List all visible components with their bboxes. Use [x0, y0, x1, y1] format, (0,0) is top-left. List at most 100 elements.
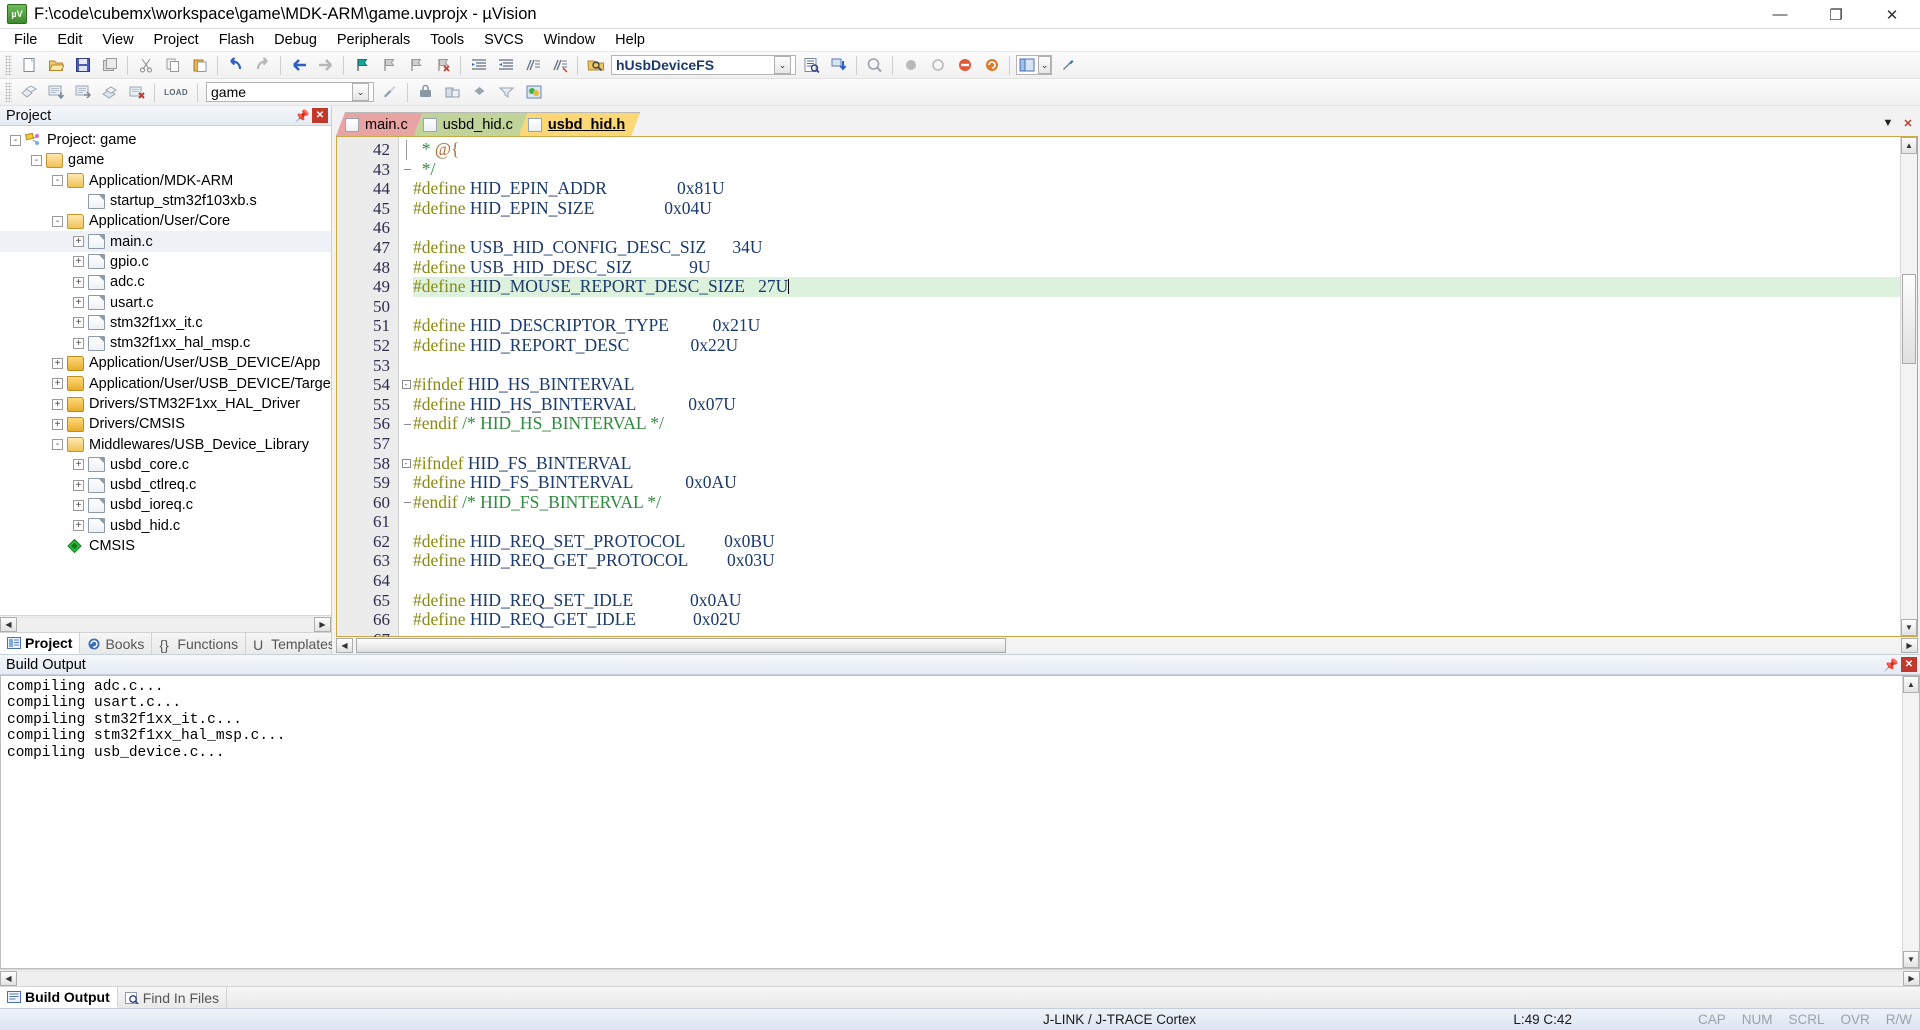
- code-folding-column[interactable]: --: [399, 137, 413, 636]
- scroll-left-icon[interactable]: ◀: [0, 970, 17, 986]
- save-all-icon[interactable]: [97, 54, 122, 77]
- redo-icon[interactable]: [250, 54, 275, 77]
- menu-item-peripherals[interactable]: Peripherals: [327, 30, 420, 50]
- tree-item[interactable]: - Application/MDK-ARM: [0, 171, 331, 191]
- symbol-search-input[interactable]: hUsbDeviceFS: [616, 57, 714, 73]
- expand-toggle-icon[interactable]: +: [73, 337, 84, 349]
- translate-icon[interactable]: [16, 81, 41, 104]
- chevron-down-icon[interactable]: ⌄: [352, 83, 369, 101]
- code-line[interactable]: #define USB_HID_CONFIG_DESC_SIZ 34U: [413, 237, 1900, 258]
- menu-item-project[interactable]: Project: [144, 30, 209, 50]
- code-line[interactable]: #define HID_HS_BINTERVAL 0x07U: [413, 394, 1900, 415]
- batch-build-icon[interactable]: [97, 81, 122, 104]
- scroll-down-icon[interactable]: ▼: [1903, 951, 1919, 968]
- vscroll-track[interactable]: [1901, 154, 1917, 619]
- outdent-icon[interactable]: [493, 54, 518, 77]
- target-select-value[interactable]: game: [211, 84, 246, 100]
- pane-tab-project[interactable]: Project: [0, 633, 81, 654]
- tree-item[interactable]: - Project: game: [0, 130, 331, 150]
- scroll-right-icon[interactable]: ▶: [1903, 970, 1920, 986]
- code-line[interactable]: [413, 434, 1900, 454]
- code-line[interactable]: #define HID_REPORT_DESC 0x22U: [413, 335, 1900, 356]
- code-line[interactable]: #define HID_REQ_SET_PROTOCOL 0x0BU: [413, 531, 1900, 552]
- collapse-toggle-icon[interactable]: -: [10, 134, 21, 146]
- tree-item[interactable]: CMSIS: [0, 536, 331, 556]
- pane-tab-functions[interactable]: {} Functions: [152, 633, 247, 654]
- code-line[interactable]: */: [413, 159, 1900, 180]
- project-tree[interactable]: - Project: game - game - Application/MDK-ARM s…: [0, 126, 331, 615]
- collapse-toggle-icon[interactable]: -: [52, 215, 63, 227]
- cut-icon[interactable]: [133, 54, 158, 77]
- output-tab-find-in-files[interactable]: Find In Files: [118, 987, 228, 1008]
- editor-tab-main-c[interactable]: main.c: [336, 112, 423, 136]
- chevron-down-icon[interactable]: ⌄: [774, 56, 791, 74]
- editor-hscrollbar[interactable]: ◀ ▶: [336, 637, 1918, 654]
- expand-toggle-icon[interactable]: +: [73, 256, 84, 268]
- menu-item-window[interactable]: Window: [534, 30, 606, 50]
- tree-item[interactable]: startup_stm32f103xb.s: [0, 191, 331, 211]
- menu-item-edit[interactable]: Edit: [47, 30, 92, 50]
- bookmark-toggle-icon[interactable]: [349, 54, 374, 77]
- indent-icon[interactable]: [466, 54, 491, 77]
- expand-toggle-icon[interactable]: +: [73, 276, 84, 288]
- copy-icon[interactable]: [160, 54, 185, 77]
- editor-close-icon[interactable]: ✕: [1898, 114, 1918, 132]
- pin-icon[interactable]: 📌: [294, 108, 310, 124]
- build-output-hscrollbar[interactable]: ◀ ▶: [0, 969, 1920, 986]
- comment-icon[interactable]: [520, 54, 545, 77]
- build-output-vscrollbar[interactable]: ▲ ▼: [1902, 676, 1919, 968]
- maximize-button[interactable]: ❐: [1808, 0, 1864, 29]
- tree-item[interactable]: + main.c: [0, 231, 331, 252]
- hscroll-track[interactable]: [354, 638, 1900, 653]
- scroll-right-icon[interactable]: ▶: [1901, 638, 1918, 653]
- browse-info-icon[interactable]: [799, 54, 824, 77]
- target-options-icon[interactable]: [377, 81, 402, 104]
- scroll-left-icon[interactable]: ◀: [336, 638, 353, 653]
- close-button[interactable]: ✕: [1864, 0, 1920, 29]
- pane-tab-templates[interactable]: U Templates: [246, 633, 343, 654]
- back-icon[interactable]: [286, 54, 311, 77]
- load-icon[interactable]: LOAD: [160, 81, 192, 104]
- collapse-toggle-icon[interactable]: -: [52, 175, 63, 187]
- tree-item[interactable]: - game: [0, 150, 331, 170]
- editor-vscrollbar[interactable]: ▲ ▼: [1900, 137, 1917, 636]
- code-line[interactable]: #define USB_HID_DESC_SIZ 9U: [413, 257, 1900, 278]
- tree-item[interactable]: + adc.c: [0, 272, 331, 292]
- code-line[interactable]: #ifndef HID_FS_BINTERVAL: [413, 453, 1900, 474]
- expand-toggle-icon[interactable]: +: [52, 398, 63, 410]
- build-output-text[interactable]: compiling adc.c... compiling usart.c... co…: [1, 676, 1902, 968]
- tree-item[interactable]: + gpio.c: [0, 252, 331, 272]
- expand-toggle-icon[interactable]: +: [52, 357, 63, 369]
- tree-item[interactable]: + stm32f1xx_it.c: [0, 313, 331, 333]
- bookmark-next-icon[interactable]: [403, 54, 428, 77]
- new-file-icon[interactable]: [16, 54, 41, 77]
- tree-item[interactable]: + Drivers/CMSIS: [0, 414, 331, 434]
- rebuild-icon[interactable]: [70, 81, 95, 104]
- stop-build-icon[interactable]: [124, 81, 149, 104]
- code-line[interactable]: #define HID_MOUSE_REPORT_DESC_SIZE 27U: [413, 276, 1900, 297]
- pin-icon[interactable]: 📌: [1883, 657, 1899, 673]
- expand-toggle-icon[interactable]: +: [73, 520, 84, 532]
- undo-icon[interactable]: [223, 54, 248, 77]
- code-line[interactable]: [413, 512, 1900, 532]
- menu-item-debug[interactable]: Debug: [264, 30, 327, 50]
- scroll-track[interactable]: [18, 970, 1902, 986]
- scroll-up-icon[interactable]: ▲: [1901, 137, 1917, 154]
- tree-item[interactable]: + usbd_core.c: [0, 455, 331, 475]
- filter-icon[interactable]: [494, 81, 519, 104]
- target-select-combo[interactable]: game ⌄: [206, 82, 374, 102]
- fold-marker[interactable]: [399, 493, 413, 513]
- code-line[interactable]: [413, 571, 1900, 591]
- toolbar-grip[interactable]: [5, 82, 12, 102]
- minimize-button[interactable]: —: [1752, 0, 1808, 29]
- code-line[interactable]: #define HID_EPIN_ADDR 0x81U: [413, 178, 1900, 199]
- books-icon[interactable]: [467, 81, 492, 104]
- open-file-icon[interactable]: [43, 54, 68, 77]
- save-icon[interactable]: [70, 54, 95, 77]
- chevron-down-icon[interactable]: ⌄: [1038, 56, 1051, 74]
- fold-marker[interactable]: [399, 140, 413, 160]
- build-output-body[interactable]: compiling adc.c... compiling usart.c... co…: [0, 675, 1920, 969]
- expand-toggle-icon[interactable]: +: [73, 297, 84, 309]
- tree-item[interactable]: + usart.c: [0, 292, 331, 312]
- fold-marker[interactable]: [399, 160, 413, 180]
